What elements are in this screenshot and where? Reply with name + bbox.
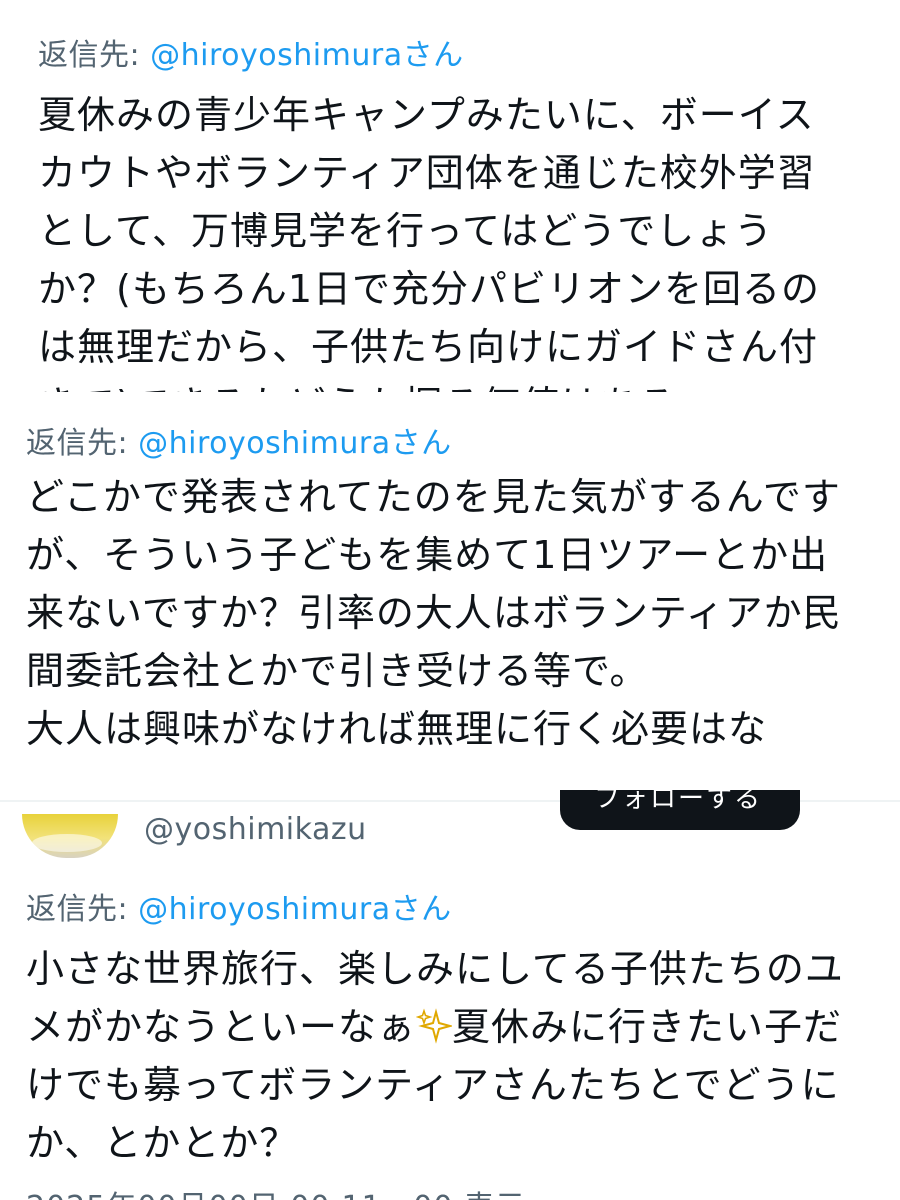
user-avatar[interactable]	[22, 814, 118, 858]
reply-to-label: 返信先:	[26, 892, 139, 927]
reply-to-label: 返信先:	[26, 426, 139, 461]
reply-to-line: 返信先: @hiroyoshimuraさん	[38, 30, 464, 74]
reply-to-label: 返信先:	[38, 38, 151, 73]
tweet-card-2: 返信先: @hiroyoshimuraさん どこかで発表されてたのを見た気がする…	[0, 396, 900, 800]
timestamp-row: 2025年00月00日 00:11 · 00 表示	[0, 1178, 900, 1200]
tweet-card-1: 返信先: @hiroyoshimuraさん 夏休みの青少年キャンプみたいに、ボー…	[0, 0, 900, 392]
reply-to-handle-link[interactable]: @hiroyoshimuraさん	[138, 892, 451, 927]
reply-to-line: 返信先: @hiroyoshimuraさん	[26, 418, 452, 462]
user-handle[interactable]: @yoshimikazu	[144, 812, 367, 847]
tweet-body-text: 小さな世界旅行、楽しみにしてる子供たちのユメがかなうといーなぁ 夏休みに行きたい子…	[26, 940, 856, 1172]
reply-to-handle-link[interactable]: @hiroyoshimuraさん	[138, 426, 451, 461]
follow-button[interactable]: フォローする	[560, 784, 800, 830]
sparkles-icon	[416, 1008, 453, 1044]
reply-to-handle-link[interactable]: @hiroyoshimuraさん	[150, 38, 463, 73]
follow-button-label: フォローする	[594, 784, 763, 814]
tweet-timestamp[interactable]: 2025年00月00日 00:11 · 00 表示	[26, 1182, 526, 1200]
tweet-body-text: 夏休みの青少年キャンプみたいに、ボーイスカウトやボランティア団体を通じた校外学習…	[38, 93, 821, 392]
tweet-body-text: どこかで発表されてたのを見た気がするんですが、そういう子どもを集めて1日ツアーと…	[26, 475, 842, 751]
reply-to-line: 返信先: @hiroyoshimuraさん	[26, 884, 452, 928]
